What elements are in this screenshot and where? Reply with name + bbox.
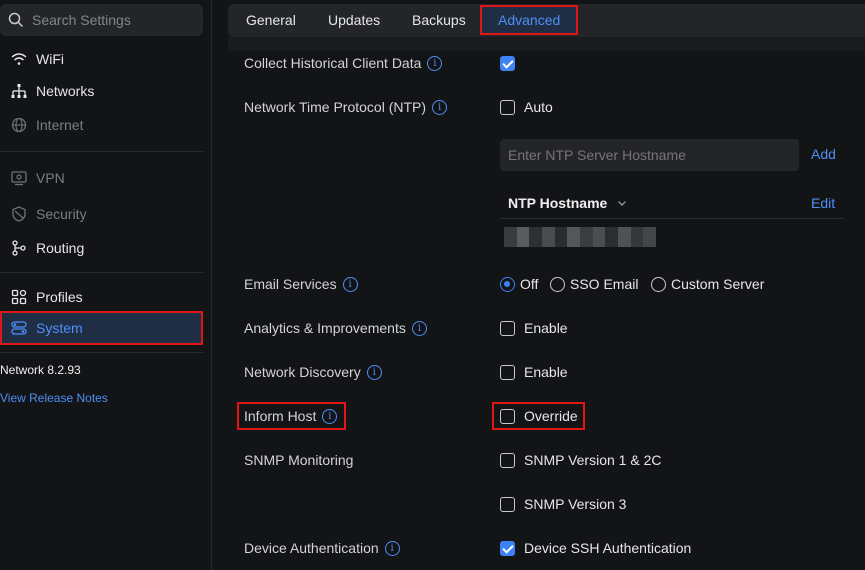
tab-general[interactable]: General xyxy=(246,4,296,37)
network-discovery-option-label: Enable xyxy=(524,364,568,380)
ntp-edit-button[interactable]: Edit xyxy=(811,195,835,211)
snmp-v3-checkbox[interactable] xyxy=(500,497,515,512)
shield-icon xyxy=(10,205,28,223)
sidebar-item-label: VPN xyxy=(36,170,65,186)
sidebar-item-security[interactable]: Security xyxy=(0,198,203,230)
column-header-label: NTP Hostname xyxy=(508,195,608,211)
sidebar-item-label: Routing xyxy=(36,240,85,256)
inform-host-row-label: Inform Host i xyxy=(244,408,338,424)
setting-label: Inform Host xyxy=(244,408,317,424)
info-icon[interactable]: i xyxy=(427,55,443,71)
analytics-checkbox[interactable] xyxy=(500,321,515,336)
email-custom-radio[interactable] xyxy=(651,277,666,292)
sidebar-item-label: Profiles xyxy=(36,289,83,305)
inform-host-override-label: Override xyxy=(524,408,578,424)
snmp-v1-label: SNMP Version 1 & 2C xyxy=(524,452,662,468)
tab-bar: General Updates Backups Advanced xyxy=(228,4,865,37)
info-icon[interactable]: i xyxy=(432,99,448,115)
network-discovery-checkbox[interactable] xyxy=(500,365,515,380)
sidebar-item-vpn[interactable]: VPN xyxy=(0,162,203,194)
routing-icon xyxy=(10,239,28,257)
network-tree-icon xyxy=(10,82,28,100)
email-sso-radio[interactable] xyxy=(550,277,565,292)
info-icon[interactable]: i xyxy=(366,364,382,380)
ntp-add-button[interactable]: Add xyxy=(811,146,836,162)
setting-label: Device Authentication xyxy=(244,540,379,556)
sidebar-item-label: Security xyxy=(36,206,87,222)
system-toggle-icon xyxy=(10,319,28,337)
release-notes-link[interactable]: View Release Notes xyxy=(0,391,108,405)
setting-label: Network Time Protocol (NTP) xyxy=(244,99,427,115)
network-discovery-row-label: Network Discovery i xyxy=(244,364,382,380)
snmp-v1-checkbox[interactable] xyxy=(500,453,515,468)
tab-updates[interactable]: Updates xyxy=(328,4,380,37)
tab-advanced[interactable]: Advanced xyxy=(480,5,579,35)
analytics-row-label: Analytics & Improvements i xyxy=(244,320,427,336)
redacted-hostname xyxy=(504,227,657,247)
info-icon[interactable]: i xyxy=(411,320,427,336)
email-sso-label: SSO Email xyxy=(570,276,639,292)
search-input[interactable]: Search Settings xyxy=(0,4,203,36)
email-off-label: Off xyxy=(520,276,539,292)
collect-historical-checkbox[interactable] xyxy=(500,56,515,71)
setting-label: Analytics & Improvements xyxy=(244,320,406,336)
sidebar-divider xyxy=(0,151,203,152)
sidebar-item-label: WiFi xyxy=(36,51,64,67)
setting-label: SNMP Monitoring xyxy=(244,452,354,468)
sidebar-item-networks[interactable]: Networks xyxy=(0,75,203,107)
search-placeholder: Search Settings xyxy=(32,12,131,28)
inform-host-override-checkbox[interactable] xyxy=(500,409,515,424)
snmp-row-label: SNMP Monitoring xyxy=(244,452,353,468)
globe-icon xyxy=(10,116,28,134)
sidebar-item-routing[interactable]: Routing xyxy=(0,232,203,264)
info-icon[interactable]: i xyxy=(322,408,338,424)
ntp-hostname-input[interactable] xyxy=(500,139,799,171)
email-custom-label: Custom Server xyxy=(671,276,765,292)
device-ssh-auth-label: Device SSH Authentication xyxy=(524,540,692,556)
email-services-row-label: Email Services i xyxy=(244,276,358,292)
setting-label: Network Discovery xyxy=(244,364,361,380)
info-icon[interactable]: i xyxy=(342,276,358,292)
wifi-icon xyxy=(10,50,28,68)
content-header-strip xyxy=(228,37,865,51)
sidebar-item-system[interactable]: System xyxy=(0,311,203,345)
sidebar-item-wifi[interactable]: WiFi xyxy=(0,43,203,75)
sidebar-item-label: Internet xyxy=(36,117,84,133)
collect-historical-row-label: Collect Historical Client Data i xyxy=(244,55,443,71)
info-icon[interactable]: i xyxy=(384,540,400,556)
sidebar: Search Settings WiFi Networks Internet V… xyxy=(0,0,212,570)
version-text: Network 8.2.93 xyxy=(0,363,81,377)
sidebar-divider xyxy=(0,272,203,273)
ntp-table-header: NTP Hostname xyxy=(500,187,844,219)
sidebar-item-label: Networks xyxy=(36,83,95,99)
chevron-down-icon xyxy=(618,201,627,206)
device-auth-row-label: Device Authentication i xyxy=(244,540,400,556)
email-off-radio[interactable] xyxy=(500,277,515,292)
sidebar-divider xyxy=(0,352,203,353)
ntp-auto-checkbox[interactable] xyxy=(500,100,515,115)
sidebar-item-internet[interactable]: Internet xyxy=(0,109,203,141)
device-ssh-auth-checkbox[interactable] xyxy=(500,541,515,556)
tab-backups[interactable]: Backups xyxy=(412,4,466,37)
sidebar-item-label: System xyxy=(36,320,83,336)
analytics-option-label: Enable xyxy=(524,320,568,336)
ntp-row-label: Network Time Protocol (NTP) i xyxy=(244,99,448,115)
setting-label: Collect Historical Client Data xyxy=(244,55,422,71)
vpn-icon xyxy=(10,169,28,187)
search-icon xyxy=(8,12,24,28)
sidebar-item-profiles[interactable]: Profiles xyxy=(0,281,203,313)
snmp-v3-label: SNMP Version 3 xyxy=(524,496,627,512)
ntp-auto-label: Auto xyxy=(524,99,553,115)
profiles-icon xyxy=(10,288,28,306)
setting-label: Email Services xyxy=(244,276,337,292)
ntp-hostname-column[interactable]: NTP Hostname xyxy=(508,195,627,211)
